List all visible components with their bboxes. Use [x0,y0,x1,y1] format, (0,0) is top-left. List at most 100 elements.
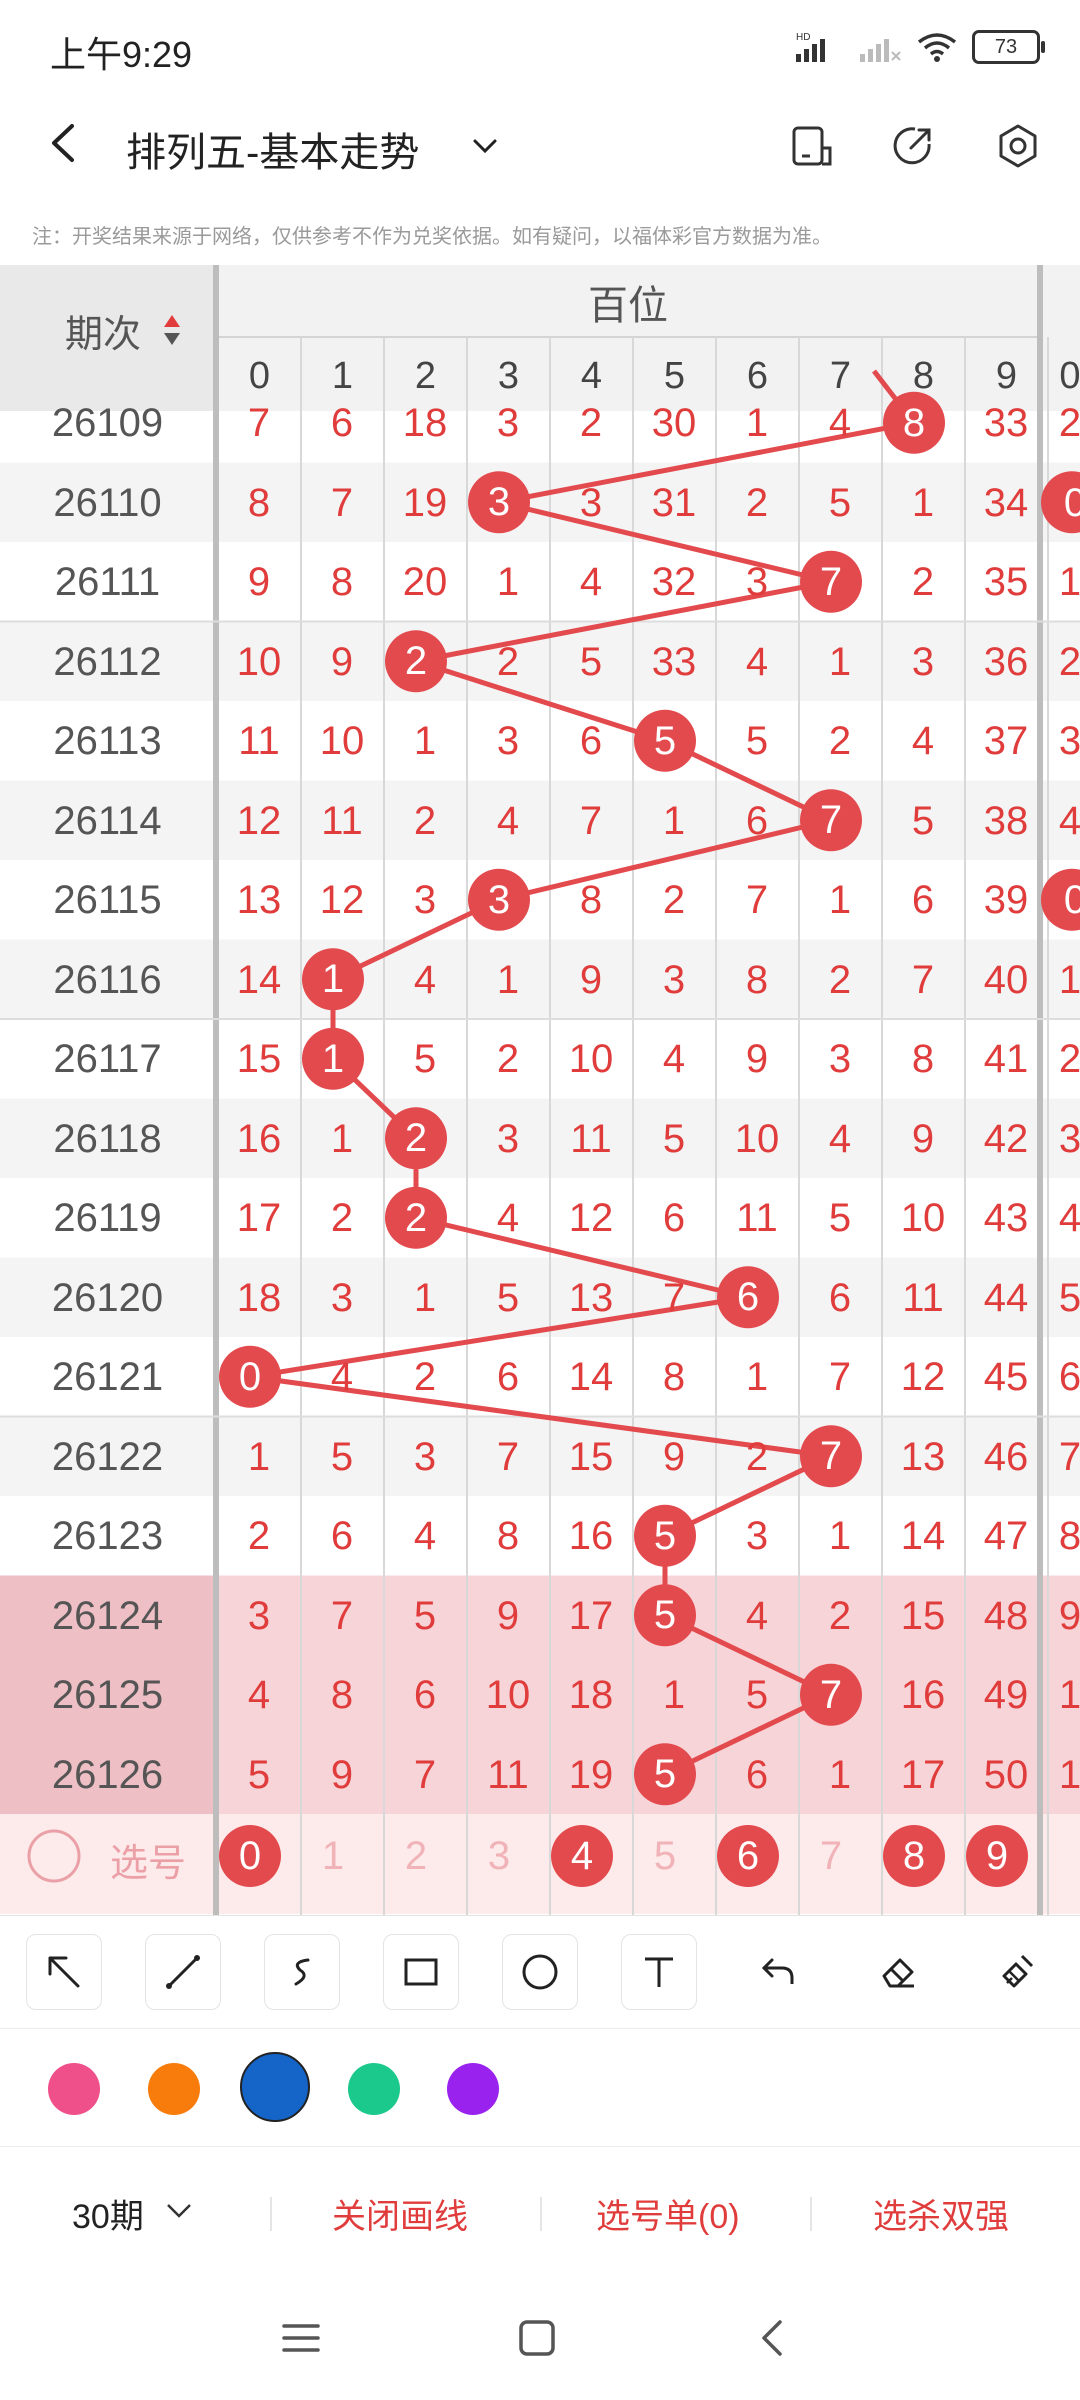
miss-count: 4 [745,1593,769,1638]
group-header-hundreds: 百位 [588,284,668,328]
layout-switch-icon[interactable] [788,122,836,170]
share-icon[interactable] [889,122,937,170]
miss-count: 9 [911,1116,935,1161]
miss-count: 13 [236,878,282,922]
battery-indicator: 73 [972,30,1045,64]
miss-count: 8 [330,1673,354,1717]
trend-table[interactable]: 期次 百位 0 1 2 3 4 5 6 7 8 9 0 26109 7 6 18 3 2 30 1 4 8 33 2 26110 8… [0,265,1080,1915]
next-group-cell: 1 [1058,957,1080,1002]
clear-tool-button[interactable] [980,1934,1056,2010]
miss-count: 14 [568,1355,614,1399]
issue-number: 26109 [51,401,164,445]
miss-count: 1 [662,1673,686,1717]
miss-count: 3 [496,719,520,763]
freehand-tool-button[interactable] [264,1934,340,2010]
next-group-cell: 4 [1058,1196,1080,1240]
hit-number: 3 [487,877,511,922]
undo-tool-button[interactable] [740,1934,816,2010]
period-select[interactable]: 30期 [72,2189,144,2238]
miss-count: 10 [319,719,365,763]
miss-count: 1 [413,719,437,763]
select-label[interactable]: 选号 [98,1832,198,1887]
miss-count: 1 [662,798,686,843]
eraser-tool-button[interactable] [860,1934,936,2010]
miss-count: 16 [236,1116,282,1161]
miss-count: 18 [236,1275,282,1320]
miss-count: 2 [745,1434,769,1479]
miss-count: 11 [238,719,280,763]
kill-select-button[interactable]: 选杀双强 [873,2189,1009,2238]
select-digit-0[interactable]: 0 [219,1825,281,1887]
miss-count: 5 [247,1752,271,1797]
back-nav-icon[interactable] [752,2318,794,2358]
close-lines-button[interactable]: 关闭画线 [332,2189,468,2238]
miss-count: 3 [745,560,769,604]
digit-header: 1 [331,355,354,397]
select-digit-2[interactable]: 2 [385,1825,447,1887]
circle-tool-button[interactable] [502,1934,578,2010]
miss-count: 5 [579,639,603,684]
select-digit-4[interactable]: 4 [551,1825,613,1887]
miss-count: 7 [330,480,354,525]
miss-count: 5 [745,1673,769,1717]
miss-count: 1 [745,401,769,445]
settings-icon[interactable] [994,122,1042,170]
page-title[interactable]: 排列五-基本走势 [126,120,419,178]
home-icon[interactable] [516,2318,558,2358]
miss-count: 7 [662,1275,686,1320]
color-purple-swatch[interactable] [447,2063,499,2115]
divider [540,2197,542,2231]
miss-count: 32 [651,560,697,604]
miss-count: 6 [413,1673,437,1717]
color-blue-swatch-selected[interactable] [240,2052,310,2122]
text-tool-button[interactable] [621,1934,697,2010]
miss-count: 2 [247,1514,271,1558]
rectangle-tool-button[interactable] [383,1934,459,2010]
miss-count: 40 [983,957,1029,1002]
miss-count: 12 [319,878,365,922]
arrow-icon [48,1956,80,1988]
hit-number: 5 [653,1513,677,1558]
menu-icon[interactable] [280,2318,322,2358]
color-pink-swatch[interactable] [48,2063,100,2115]
issue-header[interactable]: 期次 [28,303,178,358]
miss-count: 2 [745,480,769,525]
color-orange-swatch[interactable] [148,2063,200,2115]
miss-count: 7 [828,1355,852,1399]
hit-number: 6 [736,1275,760,1320]
selection-list-button[interactable]: 选号单(0) [596,2189,740,2238]
disclaimer-notice: 注：开奖结果来源于网络，仅供参考不作为兑奖依据。如有疑问，以福体彩官方数据为准。 [32,226,832,248]
status-time: 上午9:29 [50,34,193,75]
issue-number: 26114 [53,798,162,843]
select-digit-7[interactable]: 7 [800,1825,862,1887]
chevron-down-icon[interactable] [465,126,505,166]
system-navigation-bar [0,2276,1080,2400]
select-digit-8[interactable]: 8 [883,1825,945,1887]
miss-count: 3 [745,1514,769,1558]
select-digit-5[interactable]: 5 [634,1825,696,1887]
issue-number: 26113 [53,719,162,763]
issue-number: 26110 [53,480,162,525]
miss-count: 3 [413,1434,437,1479]
digit-header: 7 [829,355,852,397]
select-digit-9[interactable]: 9 [966,1825,1028,1887]
back-icon[interactable] [40,118,90,168]
arrow-tool-button[interactable] [26,1934,102,2010]
select-digit-1[interactable]: 1 [302,1825,364,1887]
issue-number: 26123 [51,1514,164,1558]
digit-header: 9 [995,355,1018,397]
miss-count: 4 [496,798,520,843]
miss-count: 3 [413,878,437,922]
select-digit-3[interactable]: 3 [468,1825,530,1887]
miss-count: 46 [983,1434,1029,1479]
color-green-swatch[interactable] [348,2063,400,2115]
select-digit-6[interactable]: 6 [717,1825,779,1887]
issue-number: 26111 [54,560,161,604]
line-tool-button[interactable] [145,1934,221,2010]
miss-count: 48 [983,1593,1029,1638]
miss-count: 12 [568,1196,614,1240]
miss-count: 12 [900,1355,946,1399]
next-group-cell: 1 [1058,1752,1080,1797]
miss-count: 38 [983,798,1029,843]
miss-count: 3 [911,639,935,684]
